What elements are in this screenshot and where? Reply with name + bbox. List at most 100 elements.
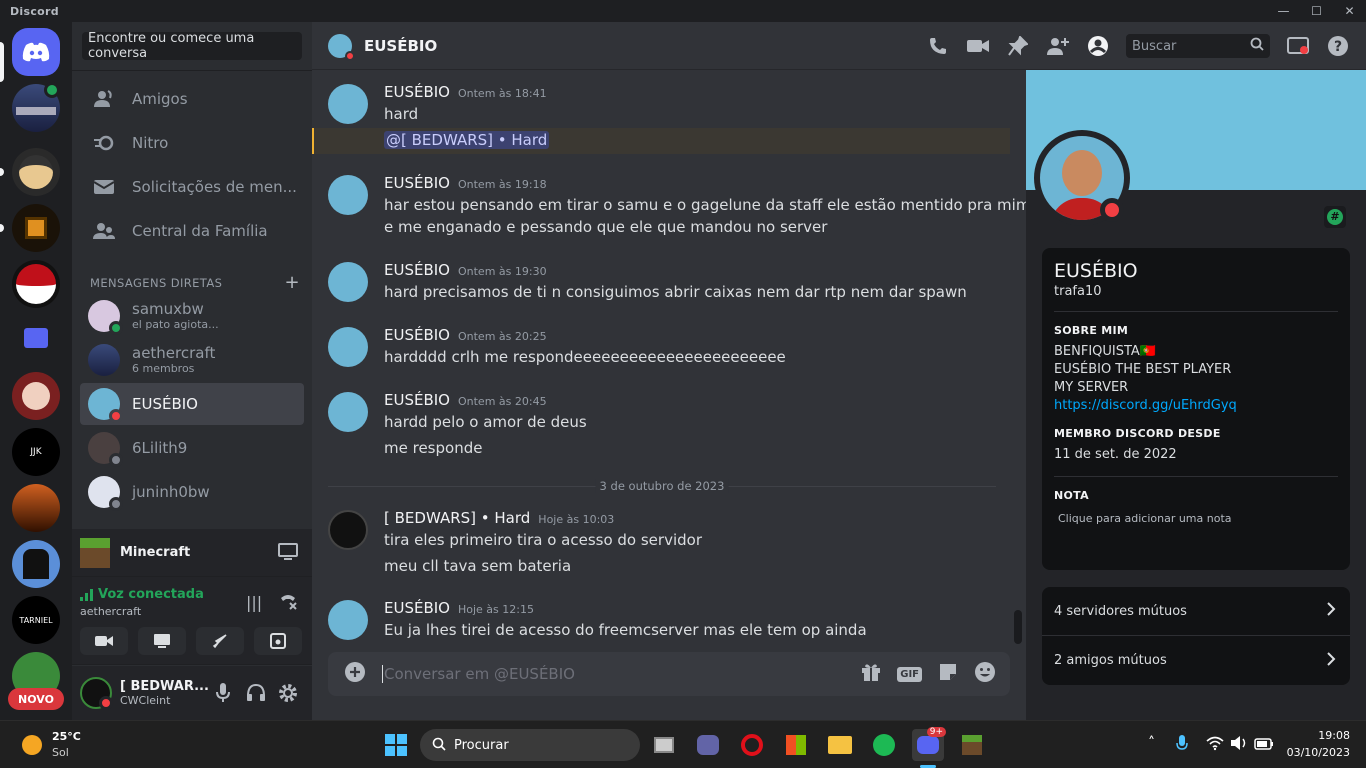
nav-nitro[interactable]: Nitro: [80, 122, 304, 164]
minecraft-taskbar-icon[interactable]: [956, 729, 988, 761]
nav-message-requests[interactable]: Solicitações de men...: [80, 166, 304, 208]
voice-status[interactable]: Voz conectada: [98, 587, 204, 602]
volume-icon[interactable]: [1230, 735, 1248, 755]
message-input[interactable]: Conversar em @EUSÉBIO: [382, 665, 861, 683]
close-icon[interactable]: ✕: [1333, 0, 1366, 22]
video-call-icon[interactable]: [966, 34, 990, 58]
nav-family-center[interactable]: Central da Família: [80, 210, 304, 252]
find-conversation-button[interactable]: Encontre ou comece uma conversa: [82, 31, 302, 61]
message-avatar[interactable]: [328, 84, 368, 124]
search-input[interactable]: Buscar: [1126, 34, 1270, 58]
clock-time[interactable]: 19:08: [1290, 729, 1350, 742]
add-attachment-icon[interactable]: [344, 661, 366, 687]
camera-button[interactable]: [80, 627, 128, 655]
noise-suppression-icon[interactable]: |||: [246, 593, 262, 612]
inbox-icon[interactable]: [1286, 34, 1310, 58]
message-time: Ontem às 20:45: [457, 395, 547, 408]
server-icon-7[interactable]: [12, 484, 60, 532]
note-header: NOTA: [1054, 489, 1089, 502]
weather-temp[interactable]: 25°C: [52, 730, 81, 743]
gif-button[interactable]: GIF: [897, 666, 922, 682]
nav-friends[interactable]: Amigos: [80, 78, 304, 120]
settings-gear-icon[interactable]: [278, 683, 298, 707]
mutual-friends-row[interactable]: 2 amigos mútuos: [1042, 636, 1350, 685]
server-icon-5[interactable]: [12, 372, 60, 420]
opera-icon[interactable]: [736, 729, 768, 761]
spotify-icon[interactable]: [868, 729, 900, 761]
message-avatar[interactable]: [328, 175, 368, 215]
dm-item-eusebio[interactable]: EUSÉBIO: [80, 383, 304, 425]
headphones-icon[interactable]: [246, 683, 266, 707]
dm-item-aethercraft[interactable]: aethercraft 6 membros: [80, 339, 304, 381]
face-shape: [1062, 150, 1102, 196]
task-view-icon[interactable]: [648, 729, 680, 761]
activities-button[interactable]: [196, 627, 244, 655]
battery-icon[interactable]: [1254, 736, 1274, 755]
message-author[interactable]: EUSÉBIO: [384, 326, 450, 344]
windows-start-icon[interactable]: [380, 729, 412, 761]
user-avatar[interactable]: [80, 677, 113, 710]
message-avatar[interactable]: [328, 600, 368, 640]
about-link[interactable]: https://discord.gg/uEhrdGyq: [1054, 398, 1237, 413]
dm-item-samuxbw[interactable]: samuxbw el pato agiota...: [80, 295, 304, 337]
help-icon[interactable]: ?: [1326, 34, 1350, 58]
emoji-icon[interactable]: [974, 661, 996, 687]
server-list: JJK TARNIEL NOVO: [0, 22, 72, 720]
message-author[interactable]: [ BEDWARS] • Hard: [384, 509, 530, 527]
chevron-up-icon[interactable]: ˄: [1148, 735, 1155, 751]
message-composer[interactable]: Conversar em @EUSÉBIO GIF: [328, 652, 1010, 696]
server-icon-3[interactable]: [12, 204, 60, 252]
message-author[interactable]: EUSÉBIO: [384, 174, 450, 192]
microphone-icon[interactable]: [216, 683, 230, 707]
wifi-icon[interactable]: [1206, 735, 1224, 755]
voice-channel[interactable]: aethercraft: [80, 605, 141, 618]
mention-pill[interactable]: @[ BEDWARS] • Hard: [384, 131, 550, 149]
store-icon[interactable]: [780, 729, 812, 761]
home-button[interactable]: [12, 28, 60, 76]
user-profile-icon[interactable]: [1086, 34, 1110, 58]
file-explorer-icon[interactable]: [824, 729, 856, 761]
server-icon-9[interactable]: TARNIEL: [12, 596, 60, 644]
new-badge[interactable]: NOVO: [8, 688, 64, 710]
dm-item-juninh0bw[interactable]: juninh0bw: [80, 471, 304, 513]
server-icon-8[interactable]: [12, 540, 60, 588]
weather-desc[interactable]: Sol: [52, 746, 69, 759]
microphone-icon[interactable]: [1176, 735, 1188, 757]
message-author[interactable]: EUSÉBIO: [384, 391, 450, 409]
message-avatar[interactable]: [328, 510, 368, 550]
server-icon-4[interactable]: [12, 260, 60, 308]
taskbar-search[interactable]: Procurar: [420, 729, 640, 761]
dm-item-6lilith9[interactable]: 6Lilith9: [80, 427, 304, 469]
pin-icon[interactable]: [1006, 34, 1030, 58]
server-icon-2[interactable]: [12, 148, 60, 196]
message-author[interactable]: EUSÉBIO: [384, 599, 450, 617]
voice-call-icon[interactable]: [926, 34, 950, 58]
add-friend-icon[interactable]: [1046, 34, 1070, 58]
message-author[interactable]: EUSÉBIO: [384, 261, 450, 279]
teams-chat-icon[interactable]: [692, 729, 724, 761]
clock-date[interactable]: 03/10/2023: [1280, 746, 1350, 759]
soundboard-button[interactable]: [254, 627, 302, 655]
message-author[interactable]: EUSÉBIO: [384, 83, 450, 101]
disconnect-icon[interactable]: [278, 591, 298, 615]
hashtag-badge-icon[interactable]: #: [1324, 206, 1346, 228]
server-icon-6[interactable]: JJK: [12, 428, 60, 476]
maximize-icon[interactable]: ☐: [1300, 0, 1333, 22]
signal-icon[interactable]: [80, 588, 94, 601]
scrollbar[interactable]: [1014, 610, 1022, 644]
discord-taskbar-icon[interactable]: 9+: [912, 727, 946, 761]
share-screen-button[interactable]: [138, 627, 186, 655]
sun-icon[interactable]: [22, 735, 42, 755]
user-name[interactable]: [ BEDWAR...: [120, 679, 210, 694]
gift-icon[interactable]: [861, 662, 881, 686]
mutual-servers-row[interactable]: 4 servidores mútuos: [1042, 587, 1350, 636]
create-dm-icon[interactable]: +: [285, 272, 300, 293]
note-input[interactable]: Clique para adicionar uma nota: [1054, 512, 1338, 525]
sticker-icon[interactable]: [938, 662, 958, 686]
folder-icon[interactable]: [24, 328, 48, 348]
message-avatar[interactable]: [328, 392, 368, 432]
screen-share-icon[interactable]: [278, 543, 298, 565]
message-avatar[interactable]: [328, 262, 368, 302]
message-avatar[interactable]: [328, 327, 368, 367]
minimize-icon[interactable]: —: [1267, 0, 1300, 22]
